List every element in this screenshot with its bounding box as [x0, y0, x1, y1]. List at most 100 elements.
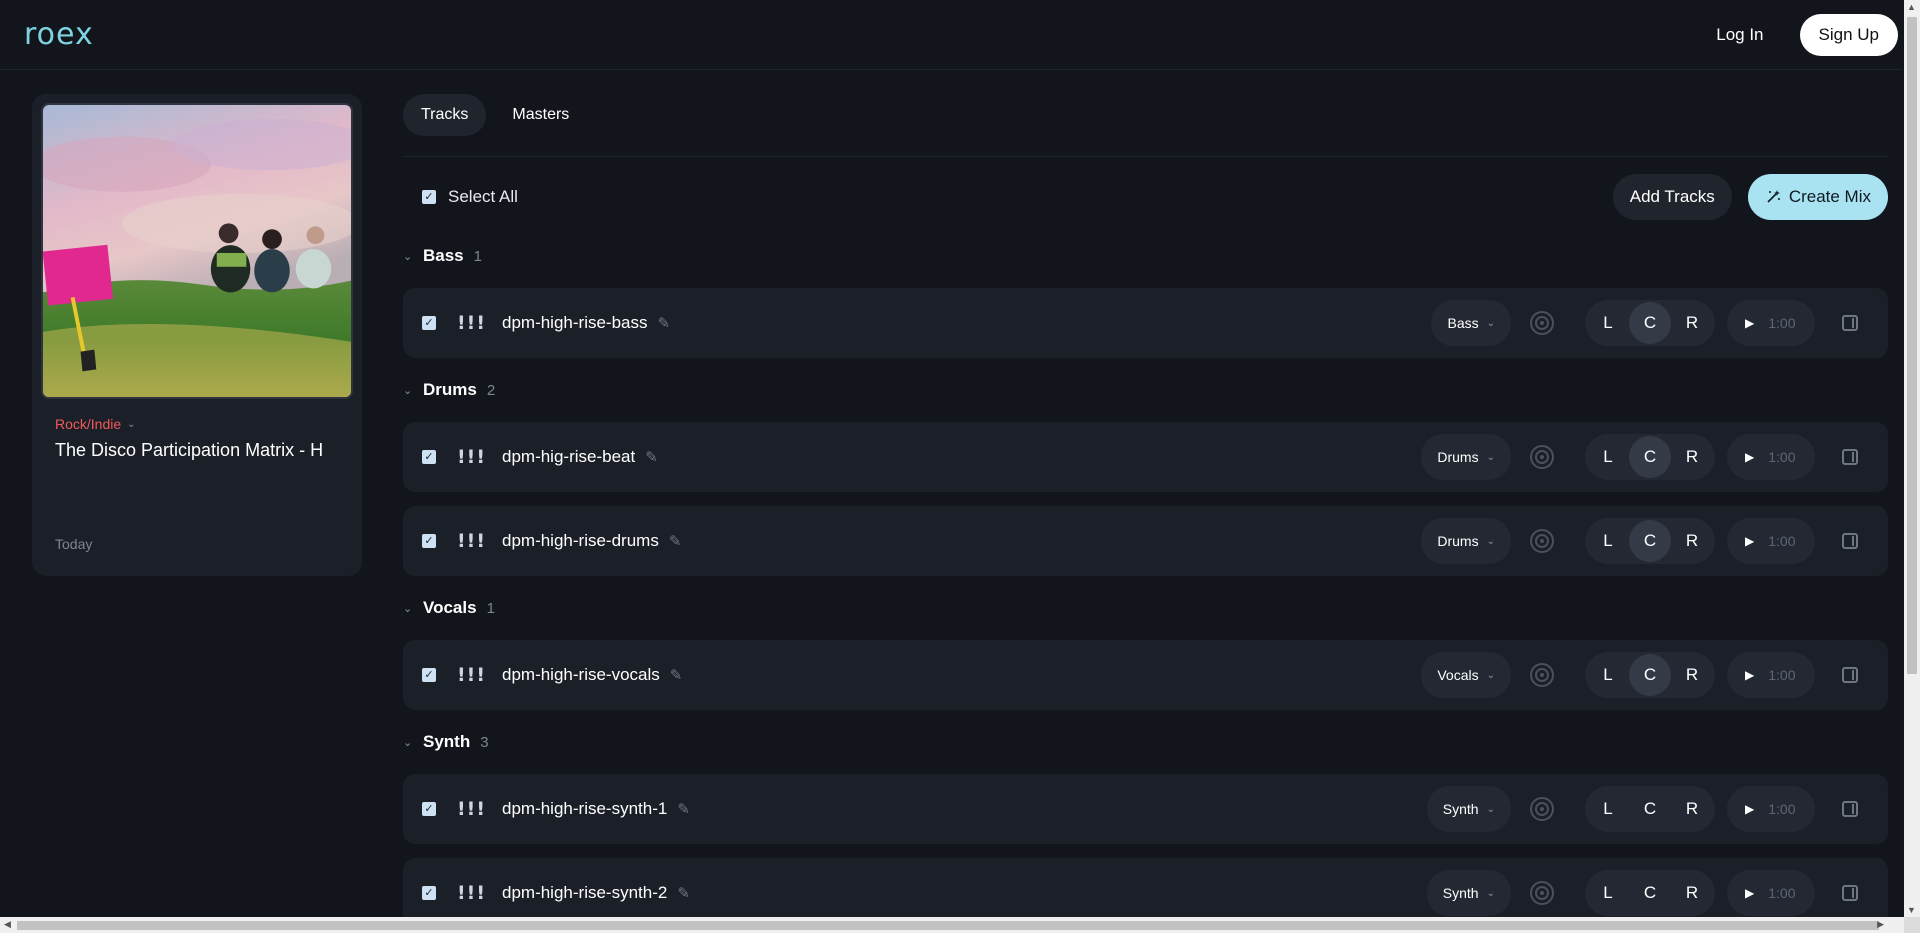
- play-icon[interactable]: ▶: [1745, 316, 1754, 330]
- tab-masters[interactable]: Masters: [494, 94, 587, 136]
- pan-left-button[interactable]: L: [1587, 872, 1629, 914]
- pan-right-button[interactable]: R: [1671, 520, 1713, 562]
- track-name: dpm-high-rise-vocals: [502, 665, 660, 684]
- magic-wand-icon: [1767, 190, 1780, 203]
- play-icon[interactable]: ▶: [1745, 802, 1754, 816]
- stem-type-dropdown[interactable]: Synth ⌄: [1426, 786, 1511, 832]
- stem-type-dropdown[interactable]: Vocals ⌄: [1421, 652, 1511, 698]
- scroll-down-icon[interactable]: ▼: [1907, 905, 1916, 915]
- project-card[interactable]: Rock/Indie ⌄ The Disco Participation Mat…: [32, 94, 362, 576]
- target-icon[interactable]: [1529, 528, 1555, 554]
- track-checkbox[interactable]: ✓: [422, 802, 436, 816]
- group-header-synth[interactable]: ⌄ Synth 3: [403, 732, 489, 752]
- track-controls: Vocals ⌄ L C R ▶ 1:00: [1421, 640, 1888, 710]
- panel-toggle-icon[interactable]: [1842, 885, 1858, 901]
- target-icon[interactable]: [1529, 310, 1555, 336]
- target-icon[interactable]: [1529, 880, 1555, 906]
- pan-left-button[interactable]: L: [1587, 788, 1629, 830]
- group-header-drums[interactable]: ⌄ Drums 2: [403, 380, 495, 400]
- scrollbar-thumb[interactable]: [17, 921, 1879, 930]
- pan-center-button[interactable]: C: [1629, 654, 1671, 696]
- add-tracks-button[interactable]: Add Tracks: [1612, 174, 1732, 220]
- stem-type-dropdown[interactable]: Synth ⌄: [1426, 870, 1511, 916]
- pan-right-button[interactable]: R: [1671, 654, 1713, 696]
- pan-left-button[interactable]: L: [1587, 302, 1629, 344]
- pan-right-button[interactable]: R: [1671, 436, 1713, 478]
- stem-type-label: Vocals: [1437, 667, 1479, 683]
- track-player: ▶ 1:00: [1727, 786, 1815, 832]
- select-all-checkbox[interactable]: ✓: [422, 190, 436, 204]
- scroll-left-icon[interactable]: ◀: [4, 919, 11, 930]
- scroll-right-icon[interactable]: ▶: [1877, 919, 1884, 930]
- play-icon[interactable]: ▶: [1745, 668, 1754, 682]
- panel-toggle-icon[interactable]: [1842, 533, 1858, 549]
- play-icon[interactable]: ▶: [1745, 886, 1754, 900]
- stem-type-dropdown[interactable]: Bass ⌄: [1431, 300, 1511, 346]
- group-header-bass[interactable]: ⌄ Bass 1: [403, 246, 482, 266]
- pencil-icon[interactable]: ✎: [669, 532, 682, 550]
- auth-actions: Log In Sign Up: [1700, 13, 1898, 56]
- play-icon[interactable]: ▶: [1745, 534, 1754, 548]
- track-row: ✓ !!! dpm-high-rise-vocals ✎ Vocals ⌄ L …: [403, 640, 1888, 710]
- pan-center-button[interactable]: C: [1629, 302, 1671, 344]
- pan-left-button[interactable]: L: [1587, 436, 1629, 478]
- track-row: ✓ !!! dpm-high-rise-bass ✎ Bass ⌄ L C R …: [403, 288, 1888, 358]
- horizontal-scrollbar[interactable]: ◀ ▶: [0, 917, 1904, 933]
- tab-tracks[interactable]: Tracks: [403, 94, 487, 136]
- track-checkbox[interactable]: ✓: [422, 450, 436, 464]
- scrollbar-thumb[interactable]: [1907, 17, 1917, 674]
- login-button[interactable]: Log In: [1700, 15, 1779, 55]
- pencil-icon[interactable]: ✎: [645, 448, 658, 466]
- target-icon[interactable]: [1529, 796, 1555, 822]
- group-header-vocals[interactable]: ⌄ Vocals 1: [403, 598, 495, 618]
- select-all[interactable]: ✓ Select All: [403, 187, 518, 207]
- drag-handle-icon[interactable]: !!!: [457, 312, 486, 334]
- drag-handle-icon[interactable]: !!!: [457, 446, 486, 468]
- group-name: Synth: [423, 732, 471, 751]
- pencil-icon[interactable]: ✎: [670, 666, 683, 684]
- signup-button[interactable]: Sign Up: [1799, 13, 1898, 56]
- stem-type-dropdown[interactable]: Drums ⌄: [1421, 434, 1511, 480]
- pencil-icon[interactable]: ✎: [658, 314, 671, 332]
- pan-right-button[interactable]: R: [1671, 302, 1713, 344]
- pan-left-button[interactable]: L: [1587, 654, 1629, 696]
- track-player: ▶ 1:00: [1727, 652, 1815, 698]
- panel-toggle-icon[interactable]: [1842, 315, 1858, 331]
- pan-right-button[interactable]: R: [1671, 788, 1713, 830]
- track-checkbox[interactable]: ✓: [422, 534, 436, 548]
- stem-type-dropdown[interactable]: Drums ⌄: [1421, 518, 1511, 564]
- track-checkbox[interactable]: ✓: [422, 316, 436, 330]
- drag-handle-icon[interactable]: !!!: [457, 882, 486, 904]
- track-player: ▶ 1:00: [1727, 300, 1815, 346]
- roex-logo[interactable]: roex: [24, 17, 94, 52]
- pan-center-button[interactable]: C: [1629, 788, 1671, 830]
- drag-handle-icon[interactable]: !!!: [457, 530, 486, 552]
- track-duration: 1:00: [1768, 449, 1796, 465]
- pencil-icon[interactable]: ✎: [677, 884, 690, 902]
- scroll-up-icon[interactable]: ▲: [1907, 2, 1916, 12]
- track-player: ▶ 1:00: [1727, 434, 1815, 480]
- pan-right-button[interactable]: R: [1671, 872, 1713, 914]
- group-name: Vocals: [423, 598, 477, 617]
- select-all-label: Select All: [448, 187, 518, 206]
- drag-handle-icon[interactable]: !!!: [457, 664, 486, 686]
- track-checkbox[interactable]: ✓: [422, 886, 436, 900]
- panel-toggle-icon[interactable]: [1842, 667, 1858, 683]
- panel-toggle-icon[interactable]: [1842, 801, 1858, 817]
- target-icon[interactable]: [1529, 444, 1555, 470]
- pan-center-button[interactable]: C: [1629, 436, 1671, 478]
- target-icon[interactable]: [1529, 662, 1555, 688]
- create-mix-button[interactable]: Create Mix: [1747, 174, 1888, 220]
- vertical-scrollbar[interactable]: ▲ ▼: [1904, 0, 1920, 917]
- panel-toggle-icon[interactable]: [1842, 449, 1858, 465]
- project-date: Today: [55, 536, 93, 552]
- group-name: Bass: [423, 246, 464, 265]
- track-checkbox[interactable]: ✓: [422, 668, 436, 682]
- pan-center-button[interactable]: C: [1629, 520, 1671, 562]
- drag-handle-icon[interactable]: !!!: [457, 798, 486, 820]
- pencil-icon[interactable]: ✎: [677, 800, 690, 818]
- genre-dropdown[interactable]: Rock/Indie ⌄: [55, 416, 136, 432]
- pan-left-button[interactable]: L: [1587, 520, 1629, 562]
- play-icon[interactable]: ▶: [1745, 450, 1754, 464]
- pan-center-button[interactable]: C: [1629, 872, 1671, 914]
